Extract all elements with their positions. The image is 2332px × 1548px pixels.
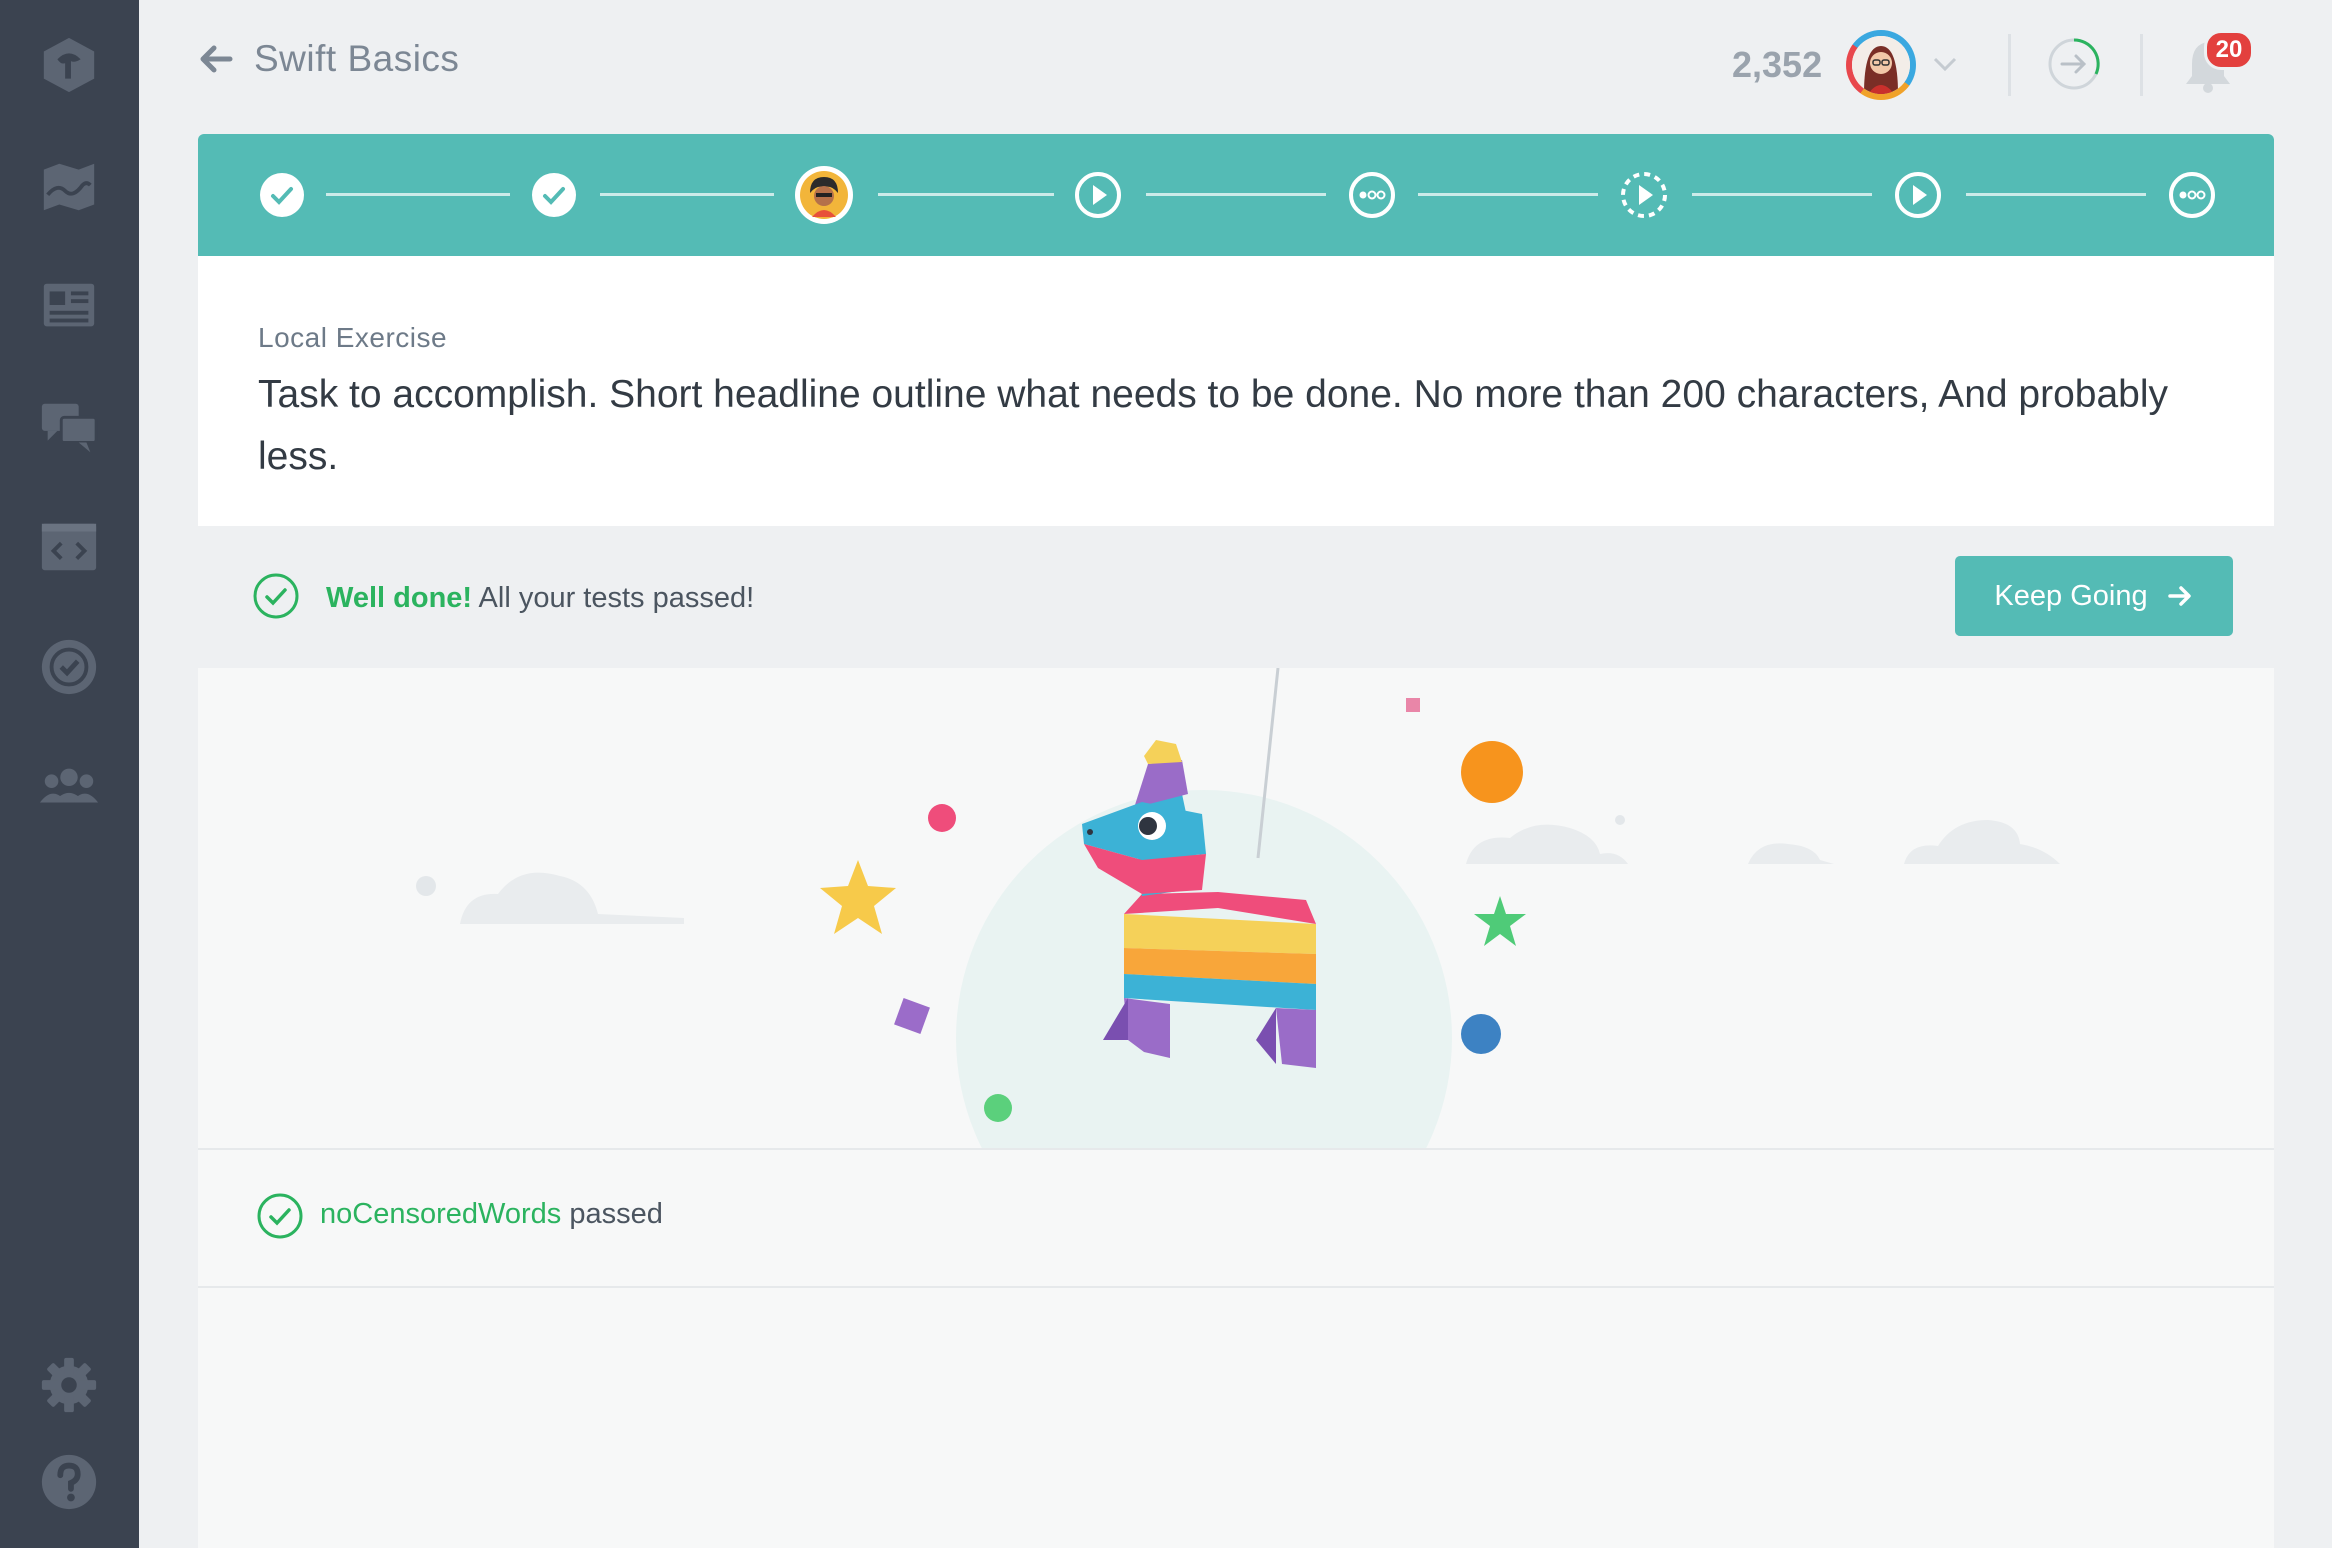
library-icon[interactable] (34, 270, 104, 340)
exercise-card: Local Exercise Task to accomplish. Short… (198, 134, 2274, 1548)
help-question-icon[interactable] (34, 1447, 104, 1517)
points-total: 2,352 (1732, 44, 1823, 85)
test-name: noCensoredWords (320, 1198, 562, 1230)
step-connector (878, 193, 1054, 196)
keep-going-label: Keep Going (1994, 579, 2148, 612)
treehouse-logo-icon[interactable] (34, 30, 104, 100)
step-connector (1418, 193, 1598, 196)
sidebar (0, 0, 139, 1548)
progress-stepper (198, 134, 2274, 256)
test-passed-check-icon (257, 1193, 303, 1239)
streak-progress-icon[interactable] (2046, 36, 2102, 92)
arrow-left-icon (200, 45, 233, 73)
test-result-text: noCensoredWords passed (320, 1198, 663, 1231)
pinata-celebration-illustration (416, 668, 2060, 1148)
test-result-row: noCensoredWords passed (198, 1148, 2274, 1288)
chevron-down-icon[interactable] (1932, 54, 1958, 74)
result-message: Well done! All your tests passed! (326, 582, 754, 615)
step-connector (1146, 193, 1326, 196)
map-icon[interactable] (34, 152, 104, 222)
community-chat-icon[interactable] (34, 392, 104, 462)
keep-going-button[interactable]: Keep Going (1955, 556, 2233, 636)
course-title: Swift Basics (254, 38, 460, 79)
task-headline: Task to accomplish. Short headline outli… (258, 373, 2169, 478)
step-video-locked-icon[interactable] (1618, 169, 1670, 221)
step-video-play-icon[interactable] (1072, 169, 1124, 221)
result-strong-text: Well done! (326, 582, 473, 614)
header-divider (2140, 34, 2143, 96)
step-completed-check-icon[interactable] (256, 169, 308, 221)
back-to-course-link[interactable]: Swift Basics (196, 38, 459, 80)
step-connector (326, 193, 510, 196)
workspaces-code-icon[interactable] (34, 512, 104, 582)
step-connector (1966, 193, 2146, 196)
arrow-right-icon (2167, 586, 2191, 606)
step-quiz-dots-icon[interactable] (2166, 169, 2218, 221)
step-connector (600, 193, 774, 196)
avatar-person-icon (1852, 36, 1910, 94)
result-detail-text: All your tests passed! (472, 582, 755, 614)
test-status: passed (561, 1198, 663, 1230)
exercise-type-label: Local Exercise (258, 322, 448, 353)
step-connector (1692, 193, 1872, 196)
success-check-icon (253, 573, 299, 619)
step-video-play-icon[interactable] (1892, 169, 1944, 221)
team-icon[interactable] (34, 752, 104, 822)
notification-count-badge: 20 (2204, 30, 2254, 70)
step-quiz-dots-icon[interactable] (1346, 169, 1398, 221)
step-completed-check-icon[interactable] (528, 169, 580, 221)
header-divider (2008, 34, 2011, 96)
settings-gear-icon[interactable] (34, 1350, 104, 1420)
badge-check-icon[interactable] (34, 632, 104, 702)
user-avatar[interactable] (1846, 30, 1916, 100)
step-current-avatar-icon[interactable] (792, 163, 856, 227)
